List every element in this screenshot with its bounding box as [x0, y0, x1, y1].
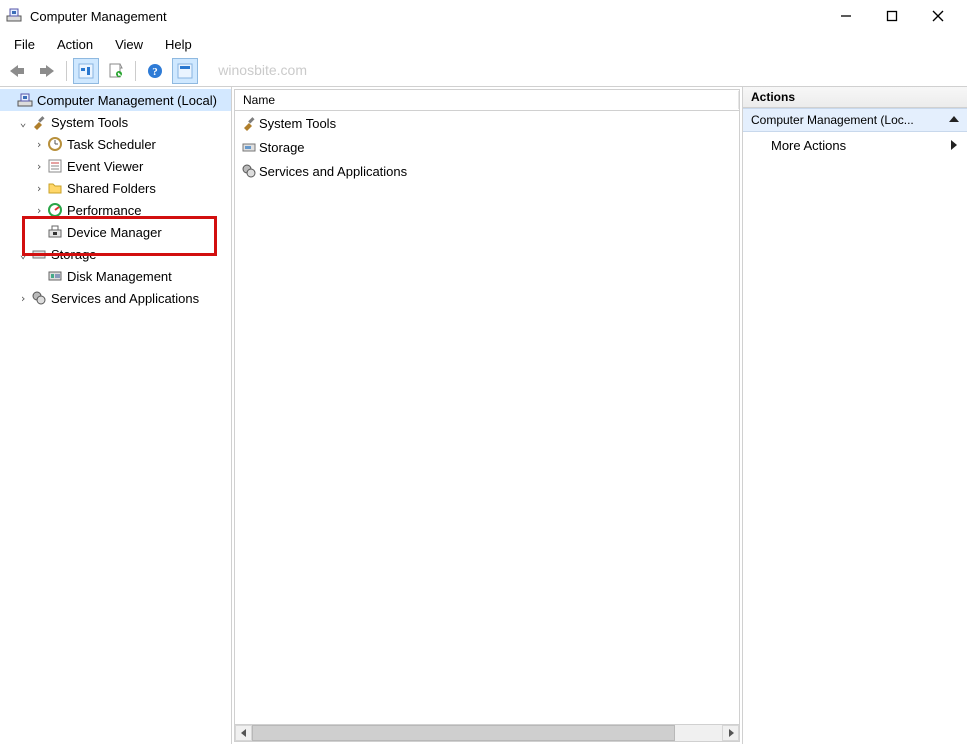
- content: Computer Management (Local) ⌄ System Too…: [0, 86, 967, 744]
- list-item-label: System Tools: [259, 116, 336, 131]
- tree-label: Storage: [48, 246, 100, 263]
- menu-file[interactable]: File: [4, 35, 45, 54]
- column-header-name[interactable]: Name: [235, 91, 739, 109]
- actions-header: Actions: [743, 87, 967, 108]
- tree-label: System Tools: [48, 114, 131, 131]
- menubar: File Action View Help: [0, 32, 967, 56]
- services-icon: [30, 290, 48, 306]
- svg-text:?: ?: [152, 66, 158, 78]
- list-item-services-applications[interactable]: Services and Applications: [235, 159, 739, 183]
- tree-node-performance[interactable]: › Performance: [0, 199, 231, 221]
- chevron-right-icon: [951, 138, 959, 153]
- expand-icon[interactable]: ›: [32, 204, 46, 217]
- scroll-track[interactable]: [252, 725, 722, 741]
- tree-label: Shared Folders: [64, 180, 159, 197]
- expand-icon[interactable]: ›: [32, 182, 46, 195]
- nav-back-button[interactable]: [4, 58, 30, 84]
- more-actions-item[interactable]: More Actions: [743, 132, 967, 159]
- actions-pane: Actions Computer Management (Loc... More…: [742, 87, 967, 744]
- tree-root-node[interactable]: Computer Management (Local): [0, 89, 231, 111]
- tree-label: Device Manager: [64, 224, 165, 241]
- list-body: System Tools Storage Services and Applic…: [234, 111, 740, 725]
- show-hide-action-pane-button[interactable]: [172, 58, 198, 84]
- tree-label: Disk Management: [64, 268, 175, 285]
- tree-node-services-applications[interactable]: › Services and Applications: [0, 287, 231, 309]
- scroll-right-button[interactable]: [722, 725, 739, 741]
- list-item-storage[interactable]: Storage: [235, 135, 739, 159]
- clock-icon: [46, 136, 64, 152]
- menu-help[interactable]: Help: [155, 35, 202, 54]
- device-icon: [46, 224, 64, 240]
- tree-label: Performance: [64, 202, 144, 219]
- close-button[interactable]: [915, 0, 961, 32]
- expand-icon[interactable]: ›: [32, 138, 46, 151]
- tree-label: Task Scheduler: [64, 136, 159, 153]
- expand-icon[interactable]: ›: [32, 160, 46, 173]
- disk-icon: [46, 268, 64, 284]
- help-button[interactable]: ?: [142, 58, 168, 84]
- list-item-system-tools[interactable]: System Tools: [235, 111, 739, 135]
- scroll-thumb[interactable]: [252, 725, 675, 741]
- tree-node-system-tools[interactable]: ⌄ System Tools: [0, 111, 231, 133]
- list-pane: Name System Tools Storage Services and A…: [232, 87, 742, 744]
- nav-forward-button[interactable]: [34, 58, 60, 84]
- app-icon: [6, 7, 22, 26]
- show-hide-tree-button[interactable]: [73, 58, 99, 84]
- folder-icon: [46, 180, 64, 196]
- tree-node-device-manager[interactable]: Device Manager: [0, 221, 231, 243]
- collapse-icon[interactable]: ⌄: [16, 248, 30, 261]
- tree-node-disk-management[interactable]: Disk Management: [0, 265, 231, 287]
- computer-icon: [16, 92, 34, 108]
- collapse-icon[interactable]: [949, 113, 959, 127]
- tree-label: Event Viewer: [64, 158, 146, 175]
- tree-node-event-viewer[interactable]: › Event Viewer: [0, 155, 231, 177]
- storage-icon: [239, 139, 259, 155]
- tree-label: Services and Applications: [48, 290, 202, 307]
- actions-section-header[interactable]: Computer Management (Loc...: [743, 108, 967, 132]
- event-log-icon: [46, 158, 64, 174]
- horizontal-scrollbar[interactable]: [234, 725, 740, 742]
- list-item-label: Storage: [259, 140, 305, 155]
- performance-icon: [46, 202, 64, 218]
- tools-icon: [30, 114, 48, 130]
- menu-view[interactable]: View: [105, 35, 153, 54]
- expand-icon[interactable]: ›: [16, 292, 30, 305]
- watermark: winosbite.com: [218, 62, 307, 78]
- toolbar-separator: [66, 61, 67, 81]
- tree-label: Computer Management (Local): [34, 92, 220, 109]
- toolbar-separator: [135, 61, 136, 81]
- minimize-button[interactable]: [823, 0, 869, 32]
- titlebar: Computer Management: [0, 0, 967, 32]
- tree-node-task-scheduler[interactable]: › Task Scheduler: [0, 133, 231, 155]
- list-header[interactable]: Name: [234, 89, 740, 111]
- tree-node-shared-folders[interactable]: › Shared Folders: [0, 177, 231, 199]
- tree-node-storage[interactable]: ⌄ Storage: [0, 243, 231, 265]
- scroll-left-button[interactable]: [235, 725, 252, 741]
- tree-pane: Computer Management (Local) ⌄ System Too…: [0, 87, 232, 744]
- properties-button[interactable]: [103, 58, 129, 84]
- list-item-label: Services and Applications: [259, 164, 407, 179]
- menu-action[interactable]: Action: [47, 35, 103, 54]
- tools-icon: [239, 115, 259, 131]
- window-title: Computer Management: [30, 9, 167, 24]
- services-icon: [239, 163, 259, 179]
- actions-section-label: Computer Management (Loc...: [751, 113, 914, 127]
- collapse-icon[interactable]: ⌄: [16, 116, 30, 129]
- toolbar: ? winosbite.com: [0, 56, 967, 86]
- maximize-button[interactable]: [869, 0, 915, 32]
- storage-icon: [30, 246, 48, 262]
- actions-item-label: More Actions: [771, 138, 846, 153]
